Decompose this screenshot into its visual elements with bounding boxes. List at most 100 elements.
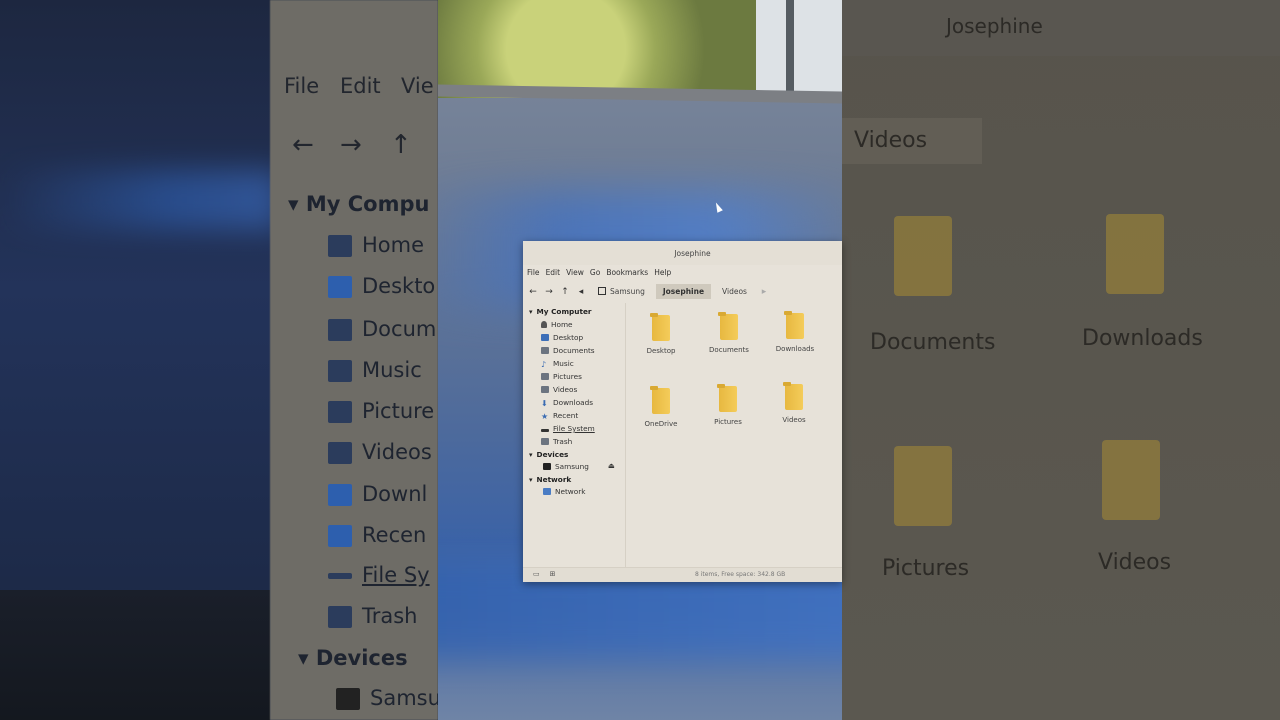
backdrop-item-trash: Trash [328, 604, 418, 628]
statusbar-controls: ▭ ⊞ [533, 570, 556, 578]
sidebar-item-downloads[interactable]: ⬇ Downloads [541, 398, 593, 408]
backdrop-devices-header: ▾ Devices [298, 646, 408, 670]
backdrop-item-home: Home [328, 233, 424, 257]
trash-icon [328, 606, 352, 628]
menu-edit[interactable]: Edit [546, 268, 561, 277]
menu-file[interactable]: File [527, 268, 540, 277]
backdrop-folder-icon [1102, 440, 1160, 520]
status-bar: ▭ ⊞ 8 items, Free space: 342.8 GB [523, 567, 842, 582]
music-icon: ♪ [541, 360, 547, 369]
sidebar-item-music[interactable]: ♪ Music [541, 359, 574, 369]
backdrop-back-icon: ← [292, 130, 314, 160]
backdrop-item-filesystem: File Sy [328, 563, 430, 587]
sidebar-item-videos[interactable]: Videos [541, 385, 577, 394]
desktop-icon [541, 334, 549, 341]
breadcrumb-videos[interactable]: Videos [715, 284, 754, 299]
backdrop-folder-icon [894, 216, 952, 296]
device-icon [543, 463, 551, 470]
status-text: 8 items, Free space: 342.8 GB [695, 571, 786, 578]
backdrop-light-streak [0, 170, 280, 230]
sidebar-item-trash[interactable]: Trash [541, 437, 572, 446]
folder-label: Desktop [646, 347, 676, 355]
menu-bookmarks[interactable]: Bookmarks [606, 268, 648, 277]
tree-view-icon[interactable]: ⊞ [550, 570, 556, 578]
breadcrumb-left-icon[interactable]: ◂ [575, 287, 587, 297]
window-title: Josephine [674, 249, 711, 258]
sidebar-item-file-system[interactable]: File System [541, 424, 595, 433]
drive-icon [541, 429, 549, 432]
sidebar-header-network[interactable]: Network [529, 475, 572, 484]
folder-icon [650, 313, 670, 341]
home-icon [541, 321, 547, 328]
backdrop-menu-view: Vie [401, 74, 434, 98]
backdrop-item-music: Music [328, 358, 422, 382]
sidebar: My Computer Home Desktop Documents ♪Musi… [523, 303, 626, 568]
folder-label: Documents [709, 346, 749, 354]
window-titlebar[interactable]: Josephine [523, 241, 842, 265]
backdrop-folder-icon [894, 446, 952, 526]
star-icon [328, 525, 352, 547]
backdrop-item-documents: Docum [328, 317, 436, 341]
star-icon: ★ [541, 412, 549, 421]
folder-item[interactable]: Documents [704, 312, 754, 354]
toolbar: ← → ↑ ◂ Samsung Josephine Videos ▸ [527, 284, 770, 299]
desktop-icon [328, 276, 352, 298]
folder-item[interactable]: OneDrive [636, 386, 686, 428]
sidebar-item-pictures[interactable]: Pictures [541, 372, 582, 381]
drive-icon [598, 287, 606, 295]
menu-view[interactable]: View [566, 268, 584, 277]
background-tree [438, 0, 758, 98]
back-button[interactable]: ← [527, 287, 539, 297]
documents-icon [541, 347, 549, 354]
folder-label: Pictures [714, 418, 742, 426]
sidebar-toggle-icon[interactable]: ▭ [533, 570, 540, 578]
videos-icon [328, 442, 352, 464]
menu-go[interactable]: Go [590, 268, 600, 277]
backdrop-folder-label: Documents [870, 330, 996, 355]
up-button[interactable]: ↑ [559, 287, 571, 297]
backdrop-item-desktop: Deskto [328, 274, 435, 298]
backdrop-device-samsung: Samsu [336, 686, 438, 710]
sidebar-header-devices[interactable]: Devices [529, 450, 569, 459]
download-icon: ⬇ [541, 399, 548, 408]
sidebar-item-samsung[interactable]: Samsung [543, 462, 589, 471]
backdrop-menu-file: File [284, 74, 320, 98]
menu-bar: File Edit View Go Bookmarks Help [527, 268, 671, 277]
documents-icon [328, 319, 352, 341]
sidebar-item-documents[interactable]: Documents [541, 346, 595, 355]
sidebar-item-home[interactable]: Home [541, 320, 573, 329]
folder-item[interactable]: Desktop [636, 313, 686, 355]
drive-icon [328, 573, 352, 579]
menu-help[interactable]: Help [654, 268, 671, 277]
file-view: Desktop Documents Downloads OneDrive Pic… [627, 303, 842, 568]
download-icon [328, 484, 352, 506]
breadcrumb-right-icon[interactable]: ▸ [758, 287, 770, 297]
folder-item[interactable]: Pictures [703, 384, 753, 426]
folder-icon [717, 384, 737, 412]
backdrop-item-recent: Recen [328, 523, 426, 547]
backdrop-folder-label: Videos [1098, 550, 1172, 575]
device-icon [336, 688, 360, 710]
backdrop-folder-icon [1106, 214, 1164, 294]
folder-item[interactable]: Videos [769, 382, 819, 424]
sidebar-item-recent[interactable]: ★ Recent [541, 411, 578, 421]
eject-icon[interactable]: ⏏ [608, 461, 615, 470]
backdrop-up-icon: ↑ [390, 130, 412, 160]
sidebar-item-network[interactable]: Network [543, 487, 585, 496]
pictures-icon [328, 401, 352, 423]
forward-button[interactable]: → [543, 287, 555, 297]
folder-item[interactable]: Downloads [770, 311, 820, 353]
backdrop-folder-label: Pictures [882, 556, 970, 581]
music-icon [328, 360, 352, 382]
backdrop-left: File Edit Vie ← → ↑ ▾ My Compu Home Desk… [0, 0, 438, 720]
background-window [756, 0, 842, 98]
sidebar-header-my-computer[interactable]: My Computer [529, 307, 592, 316]
folder-label: Videos [782, 416, 806, 424]
backdrop-item-videos: Videos [328, 440, 432, 464]
network-icon [543, 488, 551, 495]
breadcrumb-josephine[interactable]: Josephine [655, 284, 712, 299]
sidebar-item-desktop[interactable]: Desktop [541, 333, 583, 342]
folder-icon [718, 312, 738, 340]
window-frame [786, 0, 794, 98]
breadcrumb-samsung[interactable]: Samsung [591, 284, 652, 299]
